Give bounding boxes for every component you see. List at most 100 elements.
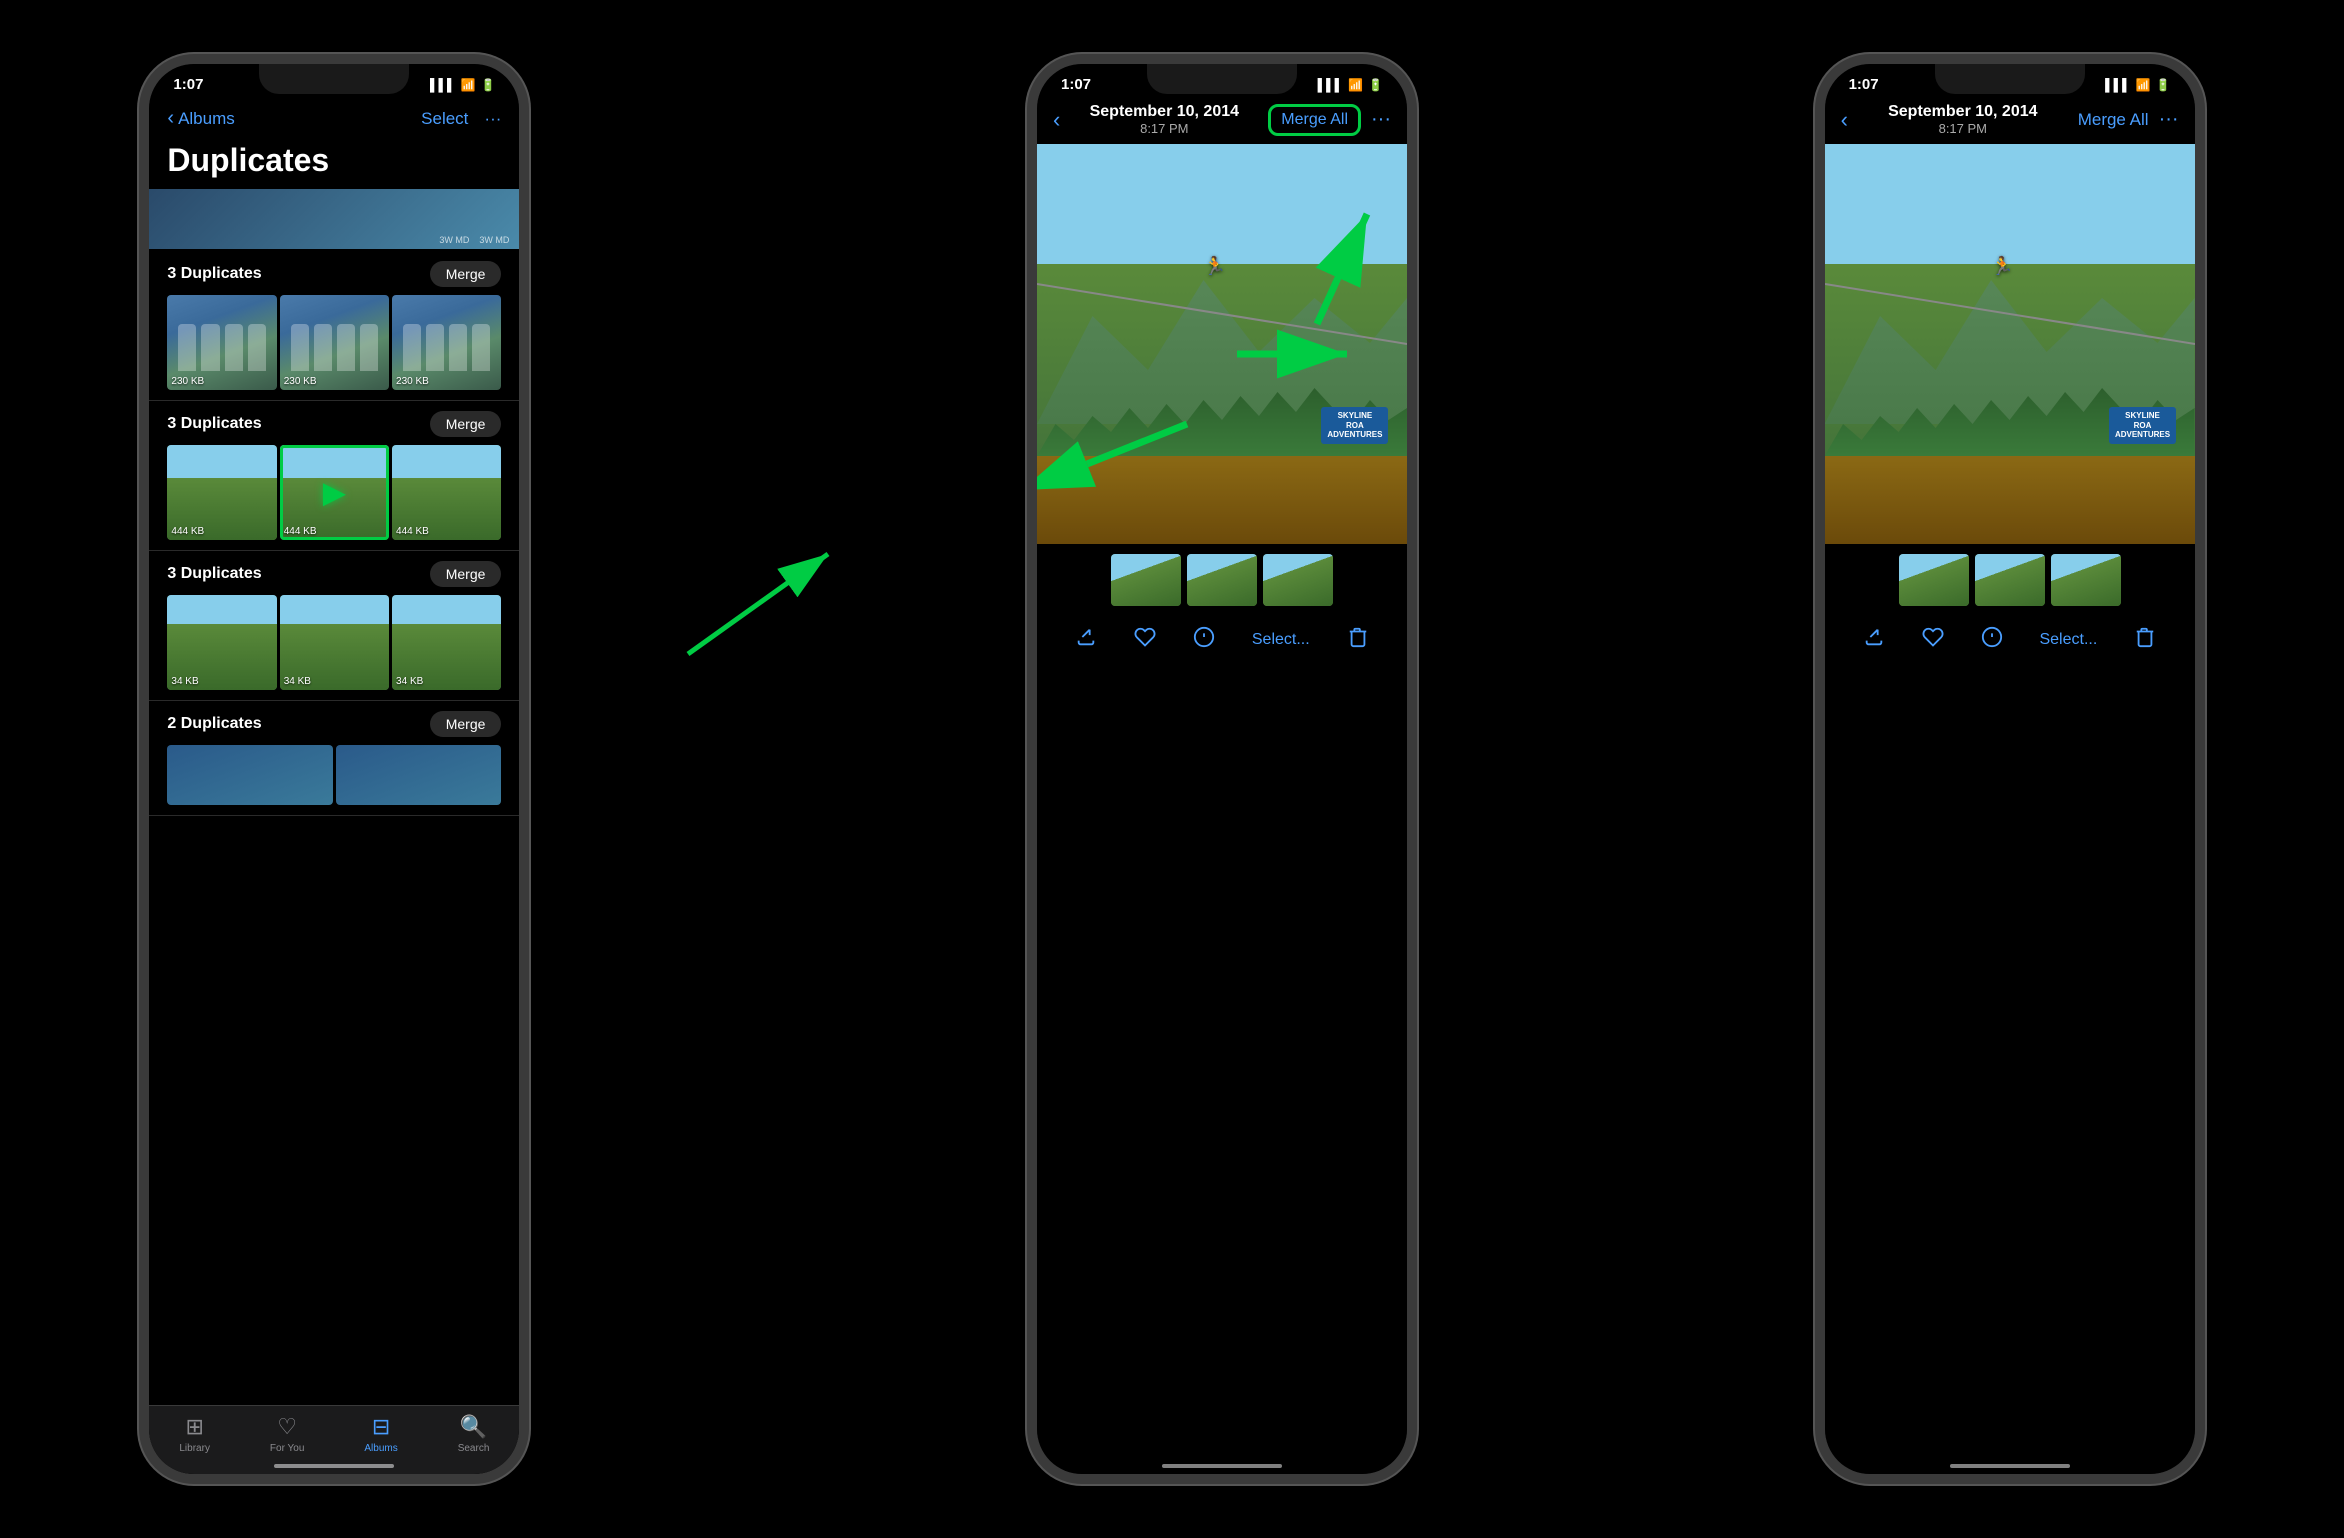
person-2 [201, 324, 219, 372]
tab-albums[interactable]: ⊟ Albums [364, 1414, 397, 1454]
group-2-header: 3 Duplicates Merge [167, 411, 501, 437]
photo-1-2-size: 230 KB [284, 376, 317, 387]
photo-2-1[interactable]: 444 KB [167, 445, 276, 540]
main-photo-3[interactable]: 🏃 SKYLINEROAADVENTURES [1825, 144, 2195, 544]
people-figures-1 [178, 324, 265, 372]
photo-2-2[interactable]: ▶ 444 KB [280, 445, 389, 540]
photo-3-1[interactable]: 34 KB [167, 595, 276, 690]
photo-3-2[interactable]: 34 KB [280, 595, 389, 690]
phone2-screen: 1:07 ▌▌▌ 📶 🔋 ‹ September 10, 2014 8:17 P… [1037, 64, 1407, 1474]
person-10 [426, 324, 444, 372]
group-4-header: 2 Duplicates Merge [167, 711, 501, 737]
photo-2-3[interactable]: 444 KB [392, 445, 501, 540]
photo-1-2[interactable]: 230 KB [280, 295, 389, 390]
info-button-2[interactable] [1193, 626, 1215, 654]
info-button-3[interactable] [1981, 626, 2003, 654]
back-arrow-2[interactable]: ‹ [1053, 107, 1060, 133]
tab-for-you[interactable]: ♡ For You [270, 1414, 304, 1454]
merge-all-button-3[interactable]: Merge All [2078, 110, 2149, 130]
connecting-arrow-svg [668, 354, 848, 954]
battery-icon: 🔋 [480, 78, 495, 92]
thumb-3-2[interactable] [1975, 554, 2045, 606]
photo-3-3[interactable]: 34 KB [392, 595, 501, 690]
delete-button-3[interactable] [2134, 626, 2156, 654]
person-7 [337, 324, 355, 372]
more-button-3[interactable]: ··· [2159, 108, 2179, 131]
info-icon-2 [1193, 626, 1215, 648]
detail-nav-center-3: September 10, 2014 8:17 PM [1888, 103, 2037, 136]
tab-search[interactable]: 🔍 Search [458, 1414, 490, 1454]
tab-library-label: Library [179, 1443, 210, 1454]
group-3: 3 Duplicates Merge 34 KB 34 KB 34 KB [149, 551, 519, 701]
signal-icon: ▌▌▌ [430, 78, 456, 92]
photo-4-2[interactable] [336, 745, 502, 805]
trash-icon-2 [1347, 626, 1369, 648]
select-button-3[interactable]: Select... [2039, 631, 2097, 649]
tab-library[interactable]: ⊞ Library [179, 1414, 210, 1454]
status-icons-1: ▌▌▌ 📶 🔋 [430, 78, 495, 92]
thumb-2-2[interactable] [1187, 554, 1257, 606]
group-4-merge-button[interactable]: Merge [430, 711, 502, 737]
nav-actions-1: Select ··· [421, 109, 501, 129]
photo-1-3-size: 230 KB [396, 376, 429, 387]
thumb-3-1[interactable] [1899, 554, 1969, 606]
heart-icon-2 [1134, 626, 1156, 648]
photo-1-1[interactable]: 230 KB [167, 295, 276, 390]
detail-time-2: 8:17 PM [1090, 121, 1239, 136]
wifi-icon-3: 📶 [2136, 78, 2151, 92]
share-button-3[interactable] [1863, 626, 1885, 654]
heart-button-3[interactable] [1922, 626, 1944, 654]
wifi-icon: 📶 [460, 78, 475, 92]
battery-icon-2: 🔋 [1368, 78, 1383, 92]
thumb-2-1[interactable] [1111, 554, 1181, 606]
select-button-2[interactable]: Select... [1252, 631, 1310, 649]
phone3-screen: 1:07 ▌▌▌ 📶 🔋 ‹ September 10, 2014 8:17 P… [1825, 64, 2195, 1474]
group-2-photos: 444 KB ▶ 444 KB 444 KB [167, 445, 501, 540]
group-1-merge-button[interactable]: Merge [430, 261, 502, 287]
detail-nav-center-2: September 10, 2014 8:17 PM [1090, 103, 1239, 136]
back-button-1[interactable]: ‹ Albums [167, 107, 234, 130]
photo-1-3[interactable]: 230 KB [392, 295, 501, 390]
thumb-inner-3 [1263, 554, 1333, 606]
group-2-merge-button[interactable]: Merge [430, 411, 502, 437]
back-arrow-3[interactable]: ‹ [1841, 107, 1848, 133]
person-4 [248, 324, 266, 372]
arrow-container-1-2 [688, 54, 868, 1484]
notch-2 [1147, 64, 1297, 94]
delete-button-2[interactable] [1347, 626, 1369, 654]
photo-4-1[interactable] [167, 745, 333, 805]
people-figures-3 [403, 324, 490, 372]
person-3 [225, 324, 243, 372]
thumb-2-3[interactable] [1263, 554, 1333, 606]
tab-for-you-label: For You [270, 1443, 304, 1454]
heart-button-2[interactable] [1134, 626, 1156, 654]
photo-2-3-size: 444 KB [396, 526, 429, 537]
group-1: 3 Duplicates Merge 230 KB [149, 251, 519, 401]
page-title-1: Duplicates [149, 138, 519, 189]
share-button-2[interactable] [1075, 626, 1097, 654]
detail-nav-actions-3: Merge All ··· [2078, 108, 2179, 131]
tab-albums-label: Albums [364, 1443, 397, 1454]
people-figures-2 [291, 324, 378, 372]
group-4: 2 Duplicates Merge [149, 701, 519, 816]
thumb-3-3[interactable] [2051, 554, 2121, 606]
zipline-scene-3: 🏃 SKYLINEROAADVENTURES [1825, 144, 2195, 544]
thumb-inner-1 [1111, 554, 1181, 606]
group-3-merge-button[interactable]: Merge [430, 561, 502, 587]
photo-size-label: 3W MD 3W MD [439, 235, 509, 245]
main-photo-2[interactable]: 🏃 SKYLINEROAADVENTURES [1037, 144, 1407, 544]
thumbnail-strip-3 [1825, 544, 2195, 616]
select-button[interactable]: Select [421, 109, 468, 129]
home-indicator-2 [1162, 1464, 1282, 1468]
person-12 [472, 324, 490, 372]
more-button-2[interactable]: ··· [1371, 108, 1391, 131]
heart-icon-3 [1922, 626, 1944, 648]
info-icon-3 [1981, 626, 2003, 648]
home-indicator-3 [1950, 1464, 2070, 1468]
merge-all-button-2[interactable]: Merge All [1268, 104, 1361, 136]
more-button[interactable]: ··· [484, 109, 501, 129]
person-11 [449, 324, 467, 372]
tab-search-label: Search [458, 1443, 490, 1454]
thumb-inner-2 [1187, 554, 1257, 606]
phone-2: 1:07 ▌▌▌ 📶 🔋 ‹ September 10, 2014 8:17 P… [1027, 54, 1417, 1484]
